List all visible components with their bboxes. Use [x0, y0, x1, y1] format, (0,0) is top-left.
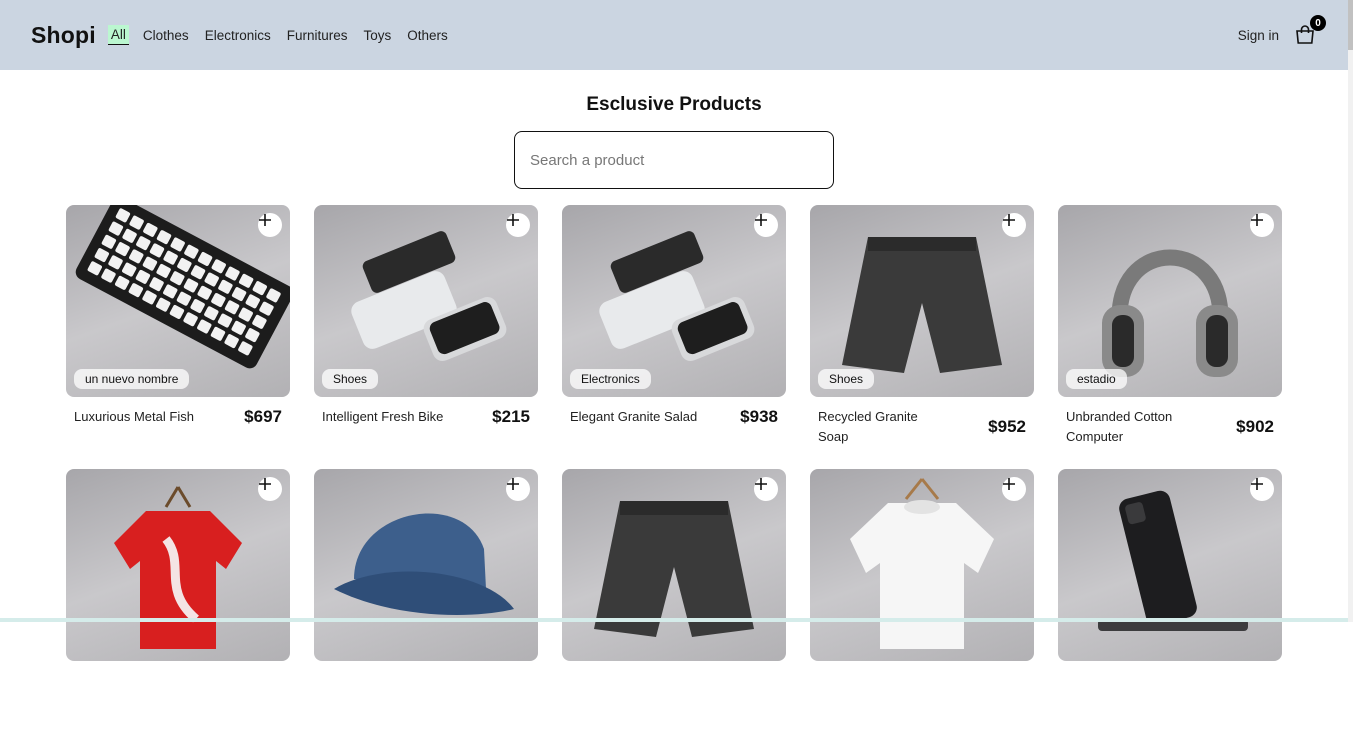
plus-icon [258, 477, 272, 491]
product-image[interactable]: Electronics [562, 205, 786, 397]
navbar: Shopi All Clothes Electronics Furnitures… [0, 0, 1348, 70]
product-card[interactable] [66, 469, 290, 733]
product-name: Intelligent Fresh Bike [322, 407, 452, 427]
nav-link-furnitures[interactable]: Furnitures [285, 26, 350, 45]
plus-icon [1002, 213, 1016, 227]
product-name: Elegant Granite Salad [570, 407, 700, 427]
category-tag: Shoes [322, 369, 378, 389]
cart-count-badge: 0 [1310, 15, 1326, 31]
product-card[interactable]: un nuevo nombre Luxurious Metal Fish $697 [66, 205, 290, 469]
product-image-art [1058, 469, 1282, 661]
plus-icon [1002, 477, 1016, 491]
add-to-cart-button[interactable] [754, 477, 778, 501]
add-to-cart-button[interactable] [506, 477, 530, 501]
product-grid: un nuevo nombre Luxurious Metal Fish $697 S… [66, 205, 1282, 733]
product-info: Unbranded Cotton Computer $902 [1058, 407, 1282, 447]
add-to-cart-button[interactable] [258, 213, 282, 237]
product-card[interactable] [1058, 469, 1282, 733]
product-price: $902 [1236, 417, 1274, 437]
cart-button[interactable]: 0 [1293, 23, 1317, 47]
product-info: Luxurious Metal Fish $697 [66, 407, 290, 427]
product-info: Recycled Granite Soap $952 [810, 407, 1034, 447]
product-image[interactable]: Shoes [810, 205, 1034, 397]
nav-link-clothes[interactable]: Clothes [141, 26, 191, 45]
nav-link-toys[interactable]: Toys [362, 26, 394, 45]
product-image[interactable] [1058, 469, 1282, 661]
category-tag: Shoes [818, 369, 874, 389]
add-to-cart-button[interactable] [1250, 213, 1274, 237]
product-image[interactable] [562, 469, 786, 661]
add-to-cart-button[interactable] [754, 213, 778, 237]
product-price: $697 [244, 407, 282, 427]
product-card[interactable] [314, 469, 538, 733]
product-card[interactable] [810, 469, 1034, 733]
product-image[interactable] [66, 469, 290, 661]
nav-right: Sign in 0 [1238, 23, 1317, 47]
product-info: Intelligent Fresh Bike $215 [314, 407, 538, 427]
product-card[interactable]: Shoes Recycled Granite Soap $952 [810, 205, 1034, 469]
add-to-cart-button[interactable] [1250, 477, 1274, 501]
product-name: Recycled Granite Soap [818, 407, 948, 447]
product-image-art [562, 469, 786, 661]
nav-link-all[interactable]: All [108, 25, 129, 45]
product-name: Luxurious Metal Fish [74, 407, 204, 427]
product-image[interactable]: Shoes [314, 205, 538, 397]
product-image[interactable]: un nuevo nombre [66, 205, 290, 397]
add-to-cart-button[interactable] [1002, 477, 1026, 501]
product-price: $215 [492, 407, 530, 427]
product-price: $952 [988, 417, 1026, 437]
product-image[interactable] [810, 469, 1034, 661]
scrollbar[interactable] [1348, 0, 1353, 622]
page-title: Esclusive Products [0, 94, 1348, 116]
product-image[interactable]: estadio [1058, 205, 1282, 397]
plus-icon [258, 213, 272, 227]
product-card[interactable]: estadio Unbranded Cotton Computer $902 [1058, 205, 1282, 469]
nav-link-others[interactable]: Others [405, 26, 450, 45]
product-card[interactable]: Electronics Elegant Granite Salad $938 [562, 205, 786, 469]
nav-link-electronics[interactable]: Electronics [203, 26, 273, 45]
category-tag: Electronics [570, 369, 651, 389]
category-tag: un nuevo nombre [74, 369, 189, 389]
plus-icon [1250, 213, 1264, 227]
product-image-art [66, 469, 290, 661]
add-to-cart-button[interactable] [258, 477, 282, 501]
product-image-art [314, 469, 538, 661]
sign-in-link[interactable]: Sign in [1238, 28, 1279, 43]
category-tag: estadio [1066, 369, 1127, 389]
search-input[interactable] [514, 131, 834, 189]
add-to-cart-button[interactable] [506, 213, 530, 237]
brand-logo[interactable]: Shopi [31, 22, 96, 49]
product-info: Elegant Granite Salad $938 [562, 407, 786, 427]
plus-icon [506, 477, 520, 491]
scrollbar-thumb[interactable] [1348, 0, 1353, 50]
plus-icon [1250, 477, 1264, 491]
product-image-art [810, 469, 1034, 661]
category-nav: All Clothes Electronics Furnitures Toys … [108, 25, 450, 45]
bottom-strip [0, 618, 1348, 622]
product-name: Unbranded Cotton Computer [1066, 407, 1196, 447]
plus-icon [754, 477, 768, 491]
plus-icon [754, 213, 768, 227]
add-to-cart-button[interactable] [1002, 213, 1026, 237]
product-card[interactable]: Shoes Intelligent Fresh Bike $215 [314, 205, 538, 469]
product-image[interactable] [314, 469, 538, 661]
product-price: $938 [740, 407, 778, 427]
product-card[interactable] [562, 469, 786, 733]
plus-icon [506, 213, 520, 227]
